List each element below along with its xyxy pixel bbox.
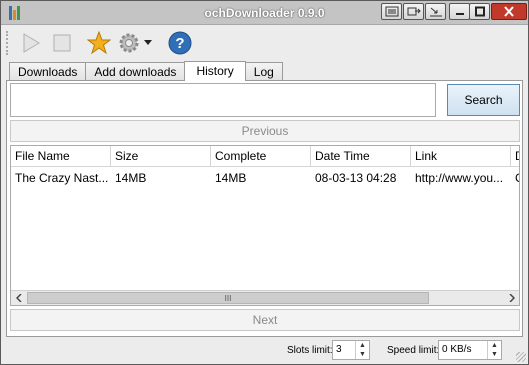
column-header-date-time[interactable]: Date Time [311, 146, 411, 167]
slots-limit-label: Slots limit: [287, 345, 333, 356]
cell-date-time: 08-03-13 04:28 [315, 171, 397, 185]
resize-grip-icon[interactable] [516, 352, 526, 362]
app-window: ochDownloader 0.9.0 ? Downloads Add down… [0, 0, 529, 365]
column-header-d[interactable]: D [511, 146, 519, 167]
previous-button[interactable]: Previous [10, 120, 520, 142]
tray-icon [429, 7, 442, 17]
clipboard-monitor-button[interactable] [403, 3, 424, 20]
horizontal-scrollbar[interactable]: III [11, 290, 519, 305]
next-button[interactable]: Next [10, 309, 520, 331]
cell-complete: 14MB [215, 171, 247, 185]
favorites-button[interactable] [86, 29, 112, 57]
scroll-right-arrow-icon[interactable] [504, 291, 519, 305]
stop-button[interactable] [49, 29, 75, 57]
column-header-size[interactable]: Size [111, 146, 211, 167]
table-row[interactable]: The Crazy Nast... 14MB 14MB 08-03-13 04:… [11, 168, 519, 188]
stop-icon [53, 34, 71, 52]
settings-dropdown-button[interactable] [142, 29, 154, 57]
minimize-icon [455, 13, 464, 15]
title-bar[interactable]: ochDownloader 0.9.0 [1, 1, 528, 25]
close-icon [504, 6, 514, 17]
help-button[interactable]: ? [167, 29, 193, 57]
cell-file-name: The Crazy Nast... [15, 171, 109, 185]
status-bar: Slots limit: 3 ▲ ▼ Speed limit: 0 KB/s ▲ ▼ [1, 338, 528, 364]
column-header-file-name[interactable]: File Name [11, 146, 111, 167]
captcha-button[interactable] [381, 3, 402, 20]
star-icon [87, 31, 111, 55]
play-icon [23, 33, 40, 53]
column-header-complete[interactable]: Complete [211, 146, 311, 167]
cell-size: 14MB [115, 171, 147, 185]
maximize-icon [474, 6, 485, 17]
tab-log[interactable]: Log [244, 62, 283, 81]
toolbar-grip[interactable] [6, 31, 10, 55]
scroll-left-arrow-icon[interactable] [11, 291, 26, 305]
clipboard-icon [407, 7, 421, 16]
scrollbar-grip: III [224, 293, 232, 303]
tab-downloads[interactable]: Downloads [9, 62, 87, 81]
slots-limit-value: 3 [336, 344, 342, 355]
history-panel: Search Previous File Name Size Complete … [6, 80, 523, 337]
spin-arrows-icon[interactable]: ▲ ▼ [487, 341, 501, 359]
speed-limit-label: Speed limit: [387, 345, 440, 356]
search-button[interactable]: Search [447, 84, 520, 116]
tab-add-downloads[interactable]: Add downloads [85, 62, 186, 81]
tab-bar: Downloads Add downloads History Log [9, 61, 283, 81]
tray-button[interactable] [425, 3, 446, 20]
cell-d: C [511, 168, 519, 188]
maximize-button[interactable] [469, 3, 490, 20]
speed-limit-value: 0 KB/s [442, 344, 472, 355]
speed-limit-spinbox[interactable]: 0 KB/s ▲ ▼ [438, 340, 502, 360]
scrollbar-thumb[interactable]: III [27, 292, 429, 304]
slots-limit-spinbox[interactable]: 3 ▲ ▼ [332, 340, 370, 360]
history-table: File Name Size Complete Date Time Link D… [10, 145, 520, 306]
close-button[interactable] [491, 3, 527, 20]
settings-button[interactable] [116, 29, 142, 57]
gear-icon [119, 33, 139, 53]
cell-link: http://www.you... [415, 171, 504, 185]
toolbar: ? [1, 26, 528, 61]
captcha-icon [385, 6, 398, 17]
table-header: File Name Size Complete Date Time Link D [11, 146, 519, 167]
tab-history[interactable]: History [184, 61, 246, 81]
dropdown-arrow-icon [144, 40, 152, 45]
spin-arrows-icon[interactable]: ▲ ▼ [355, 341, 369, 359]
start-button[interactable] [18, 29, 44, 57]
minimize-button[interactable] [449, 3, 470, 20]
help-icon: ? [168, 31, 192, 55]
search-input[interactable] [10, 83, 436, 117]
svg-text:?: ? [175, 35, 184, 52]
column-header-link[interactable]: Link [411, 146, 511, 167]
